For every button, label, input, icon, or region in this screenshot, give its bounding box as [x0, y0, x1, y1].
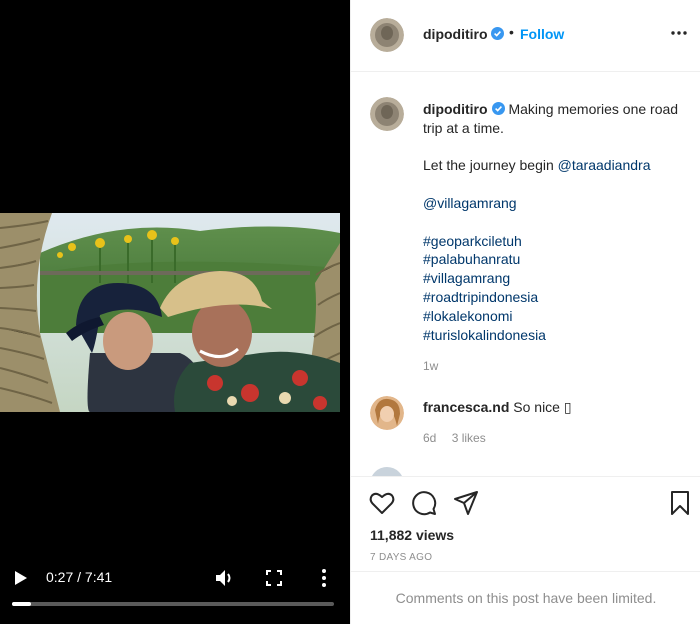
hashtag-link[interactable]: #villagamrang	[423, 269, 689, 288]
mention-link[interactable]: @taraadiandra	[558, 157, 651, 173]
volume-icon[interactable]	[214, 568, 236, 588]
comment-icon[interactable]	[410, 489, 438, 517]
caption-avatar[interactable]	[370, 97, 404, 131]
hashtag-link[interactable]: #geoparkciletuh	[423, 232, 689, 251]
fullscreen-icon[interactable]	[266, 570, 282, 586]
commenter-avatar[interactable]	[370, 396, 404, 430]
next-comment-avatar[interactable]	[370, 467, 404, 476]
more-vertical-icon[interactable]	[320, 568, 328, 588]
commenter-username[interactable]: francesca.nd	[423, 399, 509, 415]
caption-timestamp[interactable]: 1w	[423, 359, 438, 373]
separator-dot: •	[509, 24, 514, 40]
author-avatar[interactable]	[370, 18, 404, 52]
author-username[interactable]: dipoditiro	[423, 26, 488, 42]
comments-limited-notice: Comments on this post have been limited.	[351, 571, 700, 624]
post-actions: 11,882 views 7 DAYS AGO Comments on this…	[351, 476, 700, 624]
heart-icon[interactable]	[368, 489, 396, 517]
video-player[interactable]: 0:27 / 7:41	[0, 0, 350, 624]
hashtag-link[interactable]: #roadtripindonesia	[423, 288, 689, 307]
follow-button[interactable]: Follow	[520, 26, 564, 42]
comment-body: So nice ▯	[513, 399, 572, 415]
video-controls: 0:27 / 7:41	[0, 560, 350, 624]
hashtag-link[interactable]: #lokalekonomi	[423, 307, 689, 326]
time-readout: 0:27 / 7:41	[46, 569, 113, 585]
post-date[interactable]: 7 DAYS AGO	[370, 552, 432, 563]
hashtag-link[interactable]: #palabuhanratu	[423, 250, 689, 269]
caption-username[interactable]: dipoditiro	[423, 101, 488, 117]
video-progress-fill	[12, 602, 31, 606]
video-frame[interactable]	[0, 213, 340, 412]
comment-likes[interactable]: 3 likes	[452, 431, 486, 445]
video-still-image	[0, 213, 340, 412]
more-horizontal-icon[interactable]	[669, 26, 689, 38]
comment-timestamp[interactable]: 6d	[423, 431, 436, 445]
caption-line-2: Let the journey begin	[423, 157, 554, 174]
share-icon[interactable]	[452, 489, 480, 517]
video-progress-bar[interactable]	[12, 602, 334, 606]
verified-icon	[491, 101, 505, 115]
view-count[interactable]: 11,882 views	[370, 527, 454, 543]
comment-text: francesca.nd So nice ▯	[423, 399, 572, 416]
post-header: dipoditiro • Follow	[351, 0, 700, 72]
hashtag-link[interactable]: #turislokalindonesia	[423, 326, 689, 345]
comment-meta: 6d 3 likes	[423, 431, 498, 445]
bookmark-icon[interactable]	[666, 489, 694, 517]
mention-link[interactable]: @villagamrang	[423, 194, 689, 213]
comments-scroll-area[interactable]: dipoditiro Making memories one road trip…	[351, 73, 700, 476]
play-icon[interactable]	[14, 570, 28, 586]
verified-icon	[491, 27, 504, 40]
post-details-pane: dipoditiro • Follow dipoditiro Making me…	[350, 0, 700, 624]
caption-text: dipoditiro Making memories one road trip…	[423, 100, 689, 344]
